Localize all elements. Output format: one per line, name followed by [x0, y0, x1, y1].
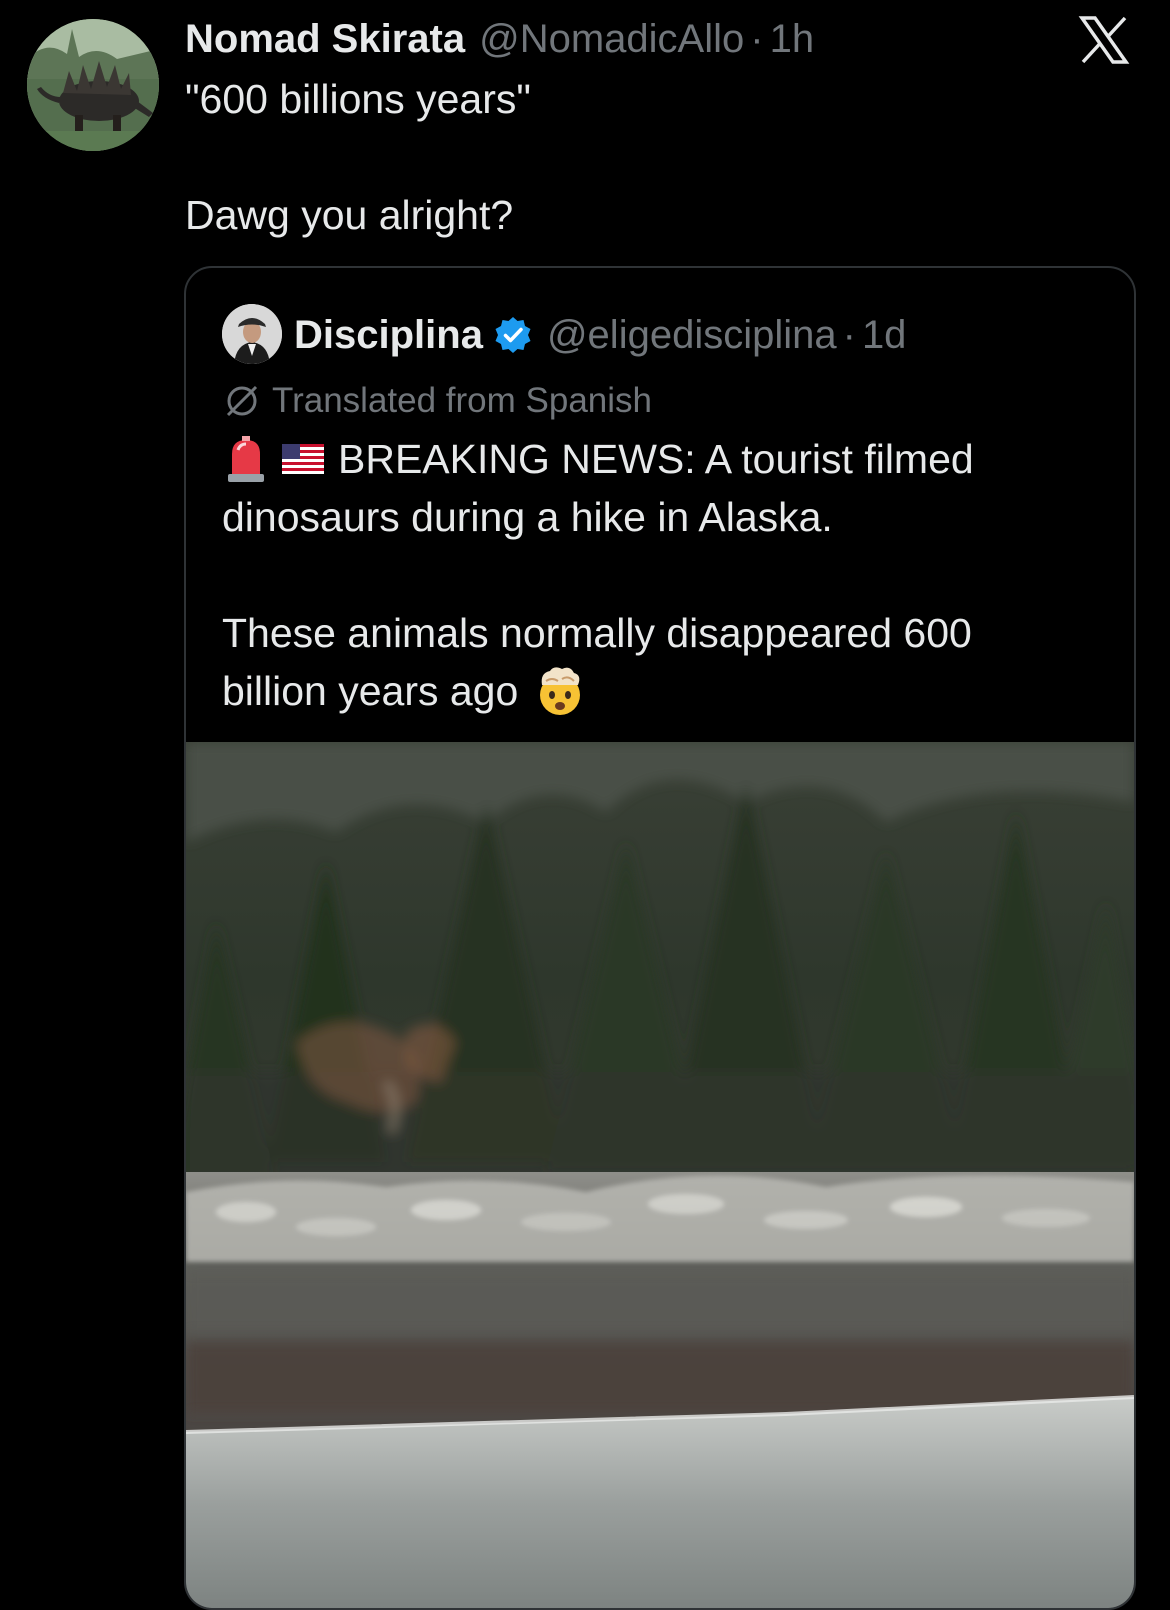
author-handle[interactable]: @NomadicAllo — [479, 17, 744, 62]
man-in-cap-icon — [222, 304, 282, 364]
separator-dot: · — [750, 16, 764, 61]
quoted-text-line-4: billion years ago — [222, 668, 519, 714]
quoted-text-line: These animals normally disappeared 600 — [222, 604, 1102, 662]
forest-shoreline-video-thumbnail — [186, 742, 1134, 1608]
tweet-header: Nomad Skirata @NomadicAllo · 1h — [185, 13, 814, 65]
mind-blown-icon — [540, 667, 581, 715]
separator-dot: · — [842, 312, 856, 357]
quoted-tweet-header: Disciplina @eligedisciplina · 1d — [294, 308, 906, 362]
tweet-text-line — [185, 128, 1125, 186]
tweet-text-line: "600 billions years" — [185, 76, 531, 122]
quoted-author-display-name[interactable]: Disciplina — [294, 313, 483, 358]
quoted-tweet-card[interactable]: Disciplina @eligedisciplina · 1d Transla… — [184, 266, 1136, 1610]
quoted-text-line: billion years ago — [222, 662, 1102, 720]
us-flag-icon — [282, 444, 324, 474]
quoted-text-line-2: dinosaurs during a hike in Alaska. — [222, 494, 833, 540]
quoted-text-line: BREAKING NEWS: A tourist filmed — [222, 430, 1102, 488]
globe-icon — [226, 385, 258, 417]
quoted-text-line-1: BREAKING NEWS: A tourist filmed — [338, 436, 974, 482]
quoted-author-handle[interactable]: @eligedisciplina — [547, 313, 837, 358]
quoted-text-line-3: These animals normally disappeared 600 — [222, 610, 972, 656]
tweet-timestamp[interactable]: 1h — [770, 17, 815, 62]
quoted-tweet-video[interactable] — [186, 742, 1134, 1608]
quoted-text-spacer — [222, 546, 1102, 604]
siren-icon — [228, 436, 264, 482]
quoted-tweet-timestamp[interactable]: 1d — [862, 313, 907, 358]
stegosaurus-icon — [27, 19, 159, 151]
quoted-author-avatar[interactable] — [222, 304, 282, 364]
tweet-text-line: Dawg you alright? — [185, 192, 514, 238]
quoted-text-line: dinosaurs during a hike in Alaska. — [222, 488, 1102, 546]
tweet-text: "600 billions years" Dawg you alright? — [185, 70, 1125, 244]
verified-badge-icon[interactable] — [493, 315, 533, 355]
translated-label: Translated from Spanish — [222, 376, 652, 426]
author-display-name[interactable]: Nomad Skirata — [185, 17, 465, 62]
x-logo-icon[interactable] — [1078, 14, 1130, 66]
translated-label-text: Translated from Spanish — [272, 381, 652, 420]
quoted-tweet-text: BREAKING NEWS: A tourist filmed dinosaur… — [222, 430, 1102, 720]
author-avatar[interactable] — [27, 19, 159, 151]
